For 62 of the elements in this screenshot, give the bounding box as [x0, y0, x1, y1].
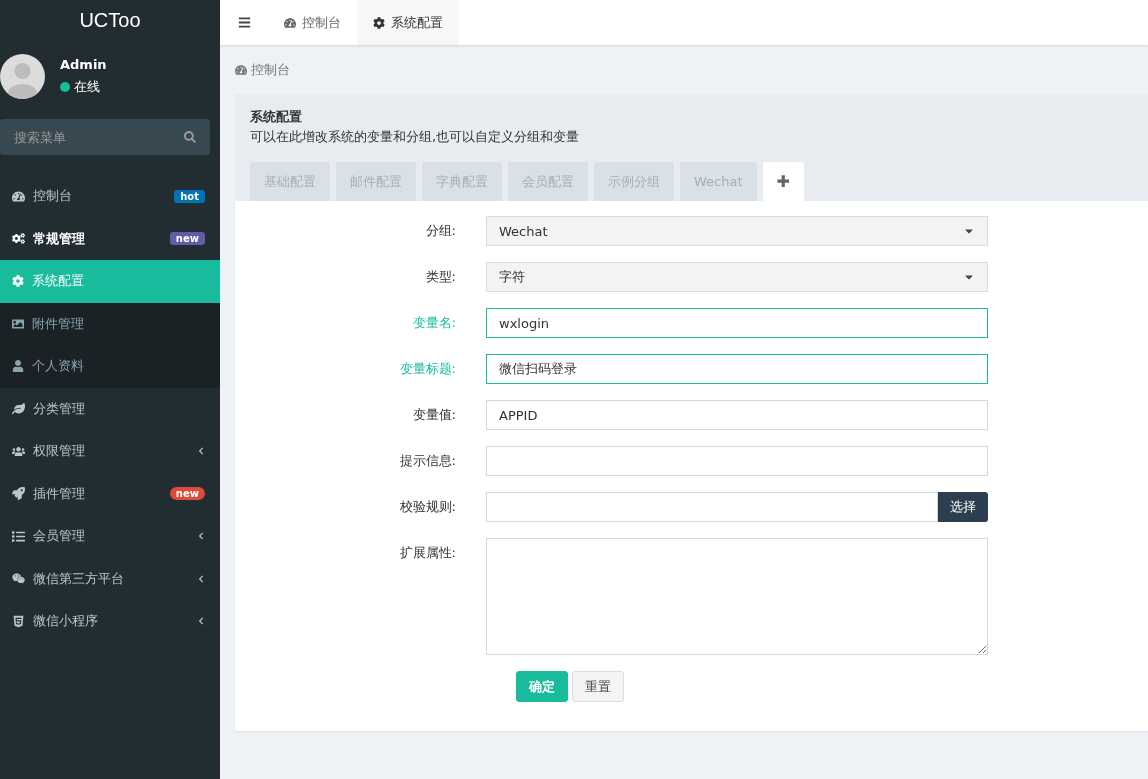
- menu-icon: [237, 16, 251, 29]
- reset-button[interactable]: 重置: [572, 671, 624, 702]
- gears-icon: [12, 232, 25, 246]
- field-label: 校验规则:: [398, 498, 457, 516]
- avatar: [0, 54, 45, 99]
- menu-item[interactable]: 会员管理: [0, 515, 220, 558]
- user-name: Admin: [60, 57, 107, 72]
- menu-item[interactable]: 微信第三方平台: [0, 557, 220, 600]
- field-label: 分组:: [424, 222, 457, 240]
- input-field[interactable]: [486, 446, 988, 476]
- menu-badge: hot: [174, 189, 205, 203]
- page-tab[interactable]: 系统配置: [357, 0, 459, 45]
- field-label: 提示信息:: [398, 452, 457, 470]
- chevron-left-icon: [197, 447, 205, 456]
- submenu-item[interactable]: 个人资料: [0, 345, 220, 388]
- input-field[interactable]: [486, 492, 938, 522]
- chevron-left-icon: [197, 617, 205, 626]
- menu-item[interactable]: 常规管理 new: [0, 217, 220, 260]
- field-label: 变量标题:: [398, 360, 457, 378]
- chat-bubbles-icon: [12, 572, 25, 586]
- rocket-icon: [12, 487, 25, 501]
- field-label: 变量值:: [411, 406, 457, 424]
- choose-button[interactable]: 选择: [938, 492, 988, 522]
- users-icon: [12, 444, 25, 458]
- dashboard-icon: [235, 64, 247, 76]
- field-label: 扩展属性:: [398, 544, 457, 562]
- field-label: 变量名:: [411, 314, 457, 332]
- textarea-field[interactable]: [486, 538, 988, 655]
- menu-badge: new: [169, 232, 205, 246]
- field-label: 类型:: [424, 268, 457, 286]
- brand-logo: UCToo: [78, 7, 142, 33]
- list-icon: [12, 529, 25, 543]
- menu-item[interactable]: 权限管理: [0, 430, 220, 473]
- select-field[interactable]: 字符: [486, 262, 988, 292]
- dashboard-icon: [284, 16, 296, 29]
- panel-description: 可以在此增改系统的变量和分组,也可以自定义分组和变量: [250, 128, 581, 146]
- search-icon: [184, 131, 196, 143]
- input-field[interactable]: APPID: [486, 400, 988, 430]
- panel-title: 系统配置: [250, 108, 303, 126]
- submenu-item[interactable]: 附件管理: [0, 302, 220, 345]
- menu-item[interactable]: 插件管理 new: [0, 472, 220, 515]
- leaf-icon: [12, 402, 25, 416]
- menu-item[interactable]: 微信小程序: [0, 600, 220, 643]
- user-icon: [12, 360, 24, 373]
- status-text: 在线: [74, 78, 100, 96]
- page-tab[interactable]: 控制台: [268, 0, 357, 45]
- menu-badge: new: [169, 487, 205, 501]
- group-tab[interactable]: ✚: [762, 162, 804, 201]
- gear-icon: [373, 16, 385, 29]
- html5-icon: [12, 614, 25, 628]
- image-icon: [12, 317, 24, 330]
- dashboard-icon: [12, 189, 25, 203]
- chevron-left-icon: [197, 532, 205, 541]
- gear-icon: [12, 275, 24, 288]
- select-field[interactable]: Wechat: [486, 216, 988, 246]
- breadcrumb-link[interactable]: 控制台: [251, 61, 290, 79]
- input-field[interactable]: 微信扫码登录: [486, 354, 988, 384]
- search-field[interactable]: 搜索菜单: [0, 119, 210, 155]
- menu-item[interactable]: 分类管理: [0, 387, 220, 430]
- chevron-left-icon: [197, 574, 205, 583]
- input-field[interactable]: wxlogin: [486, 308, 988, 338]
- menu-item[interactable]: 控制台 hot: [0, 175, 220, 218]
